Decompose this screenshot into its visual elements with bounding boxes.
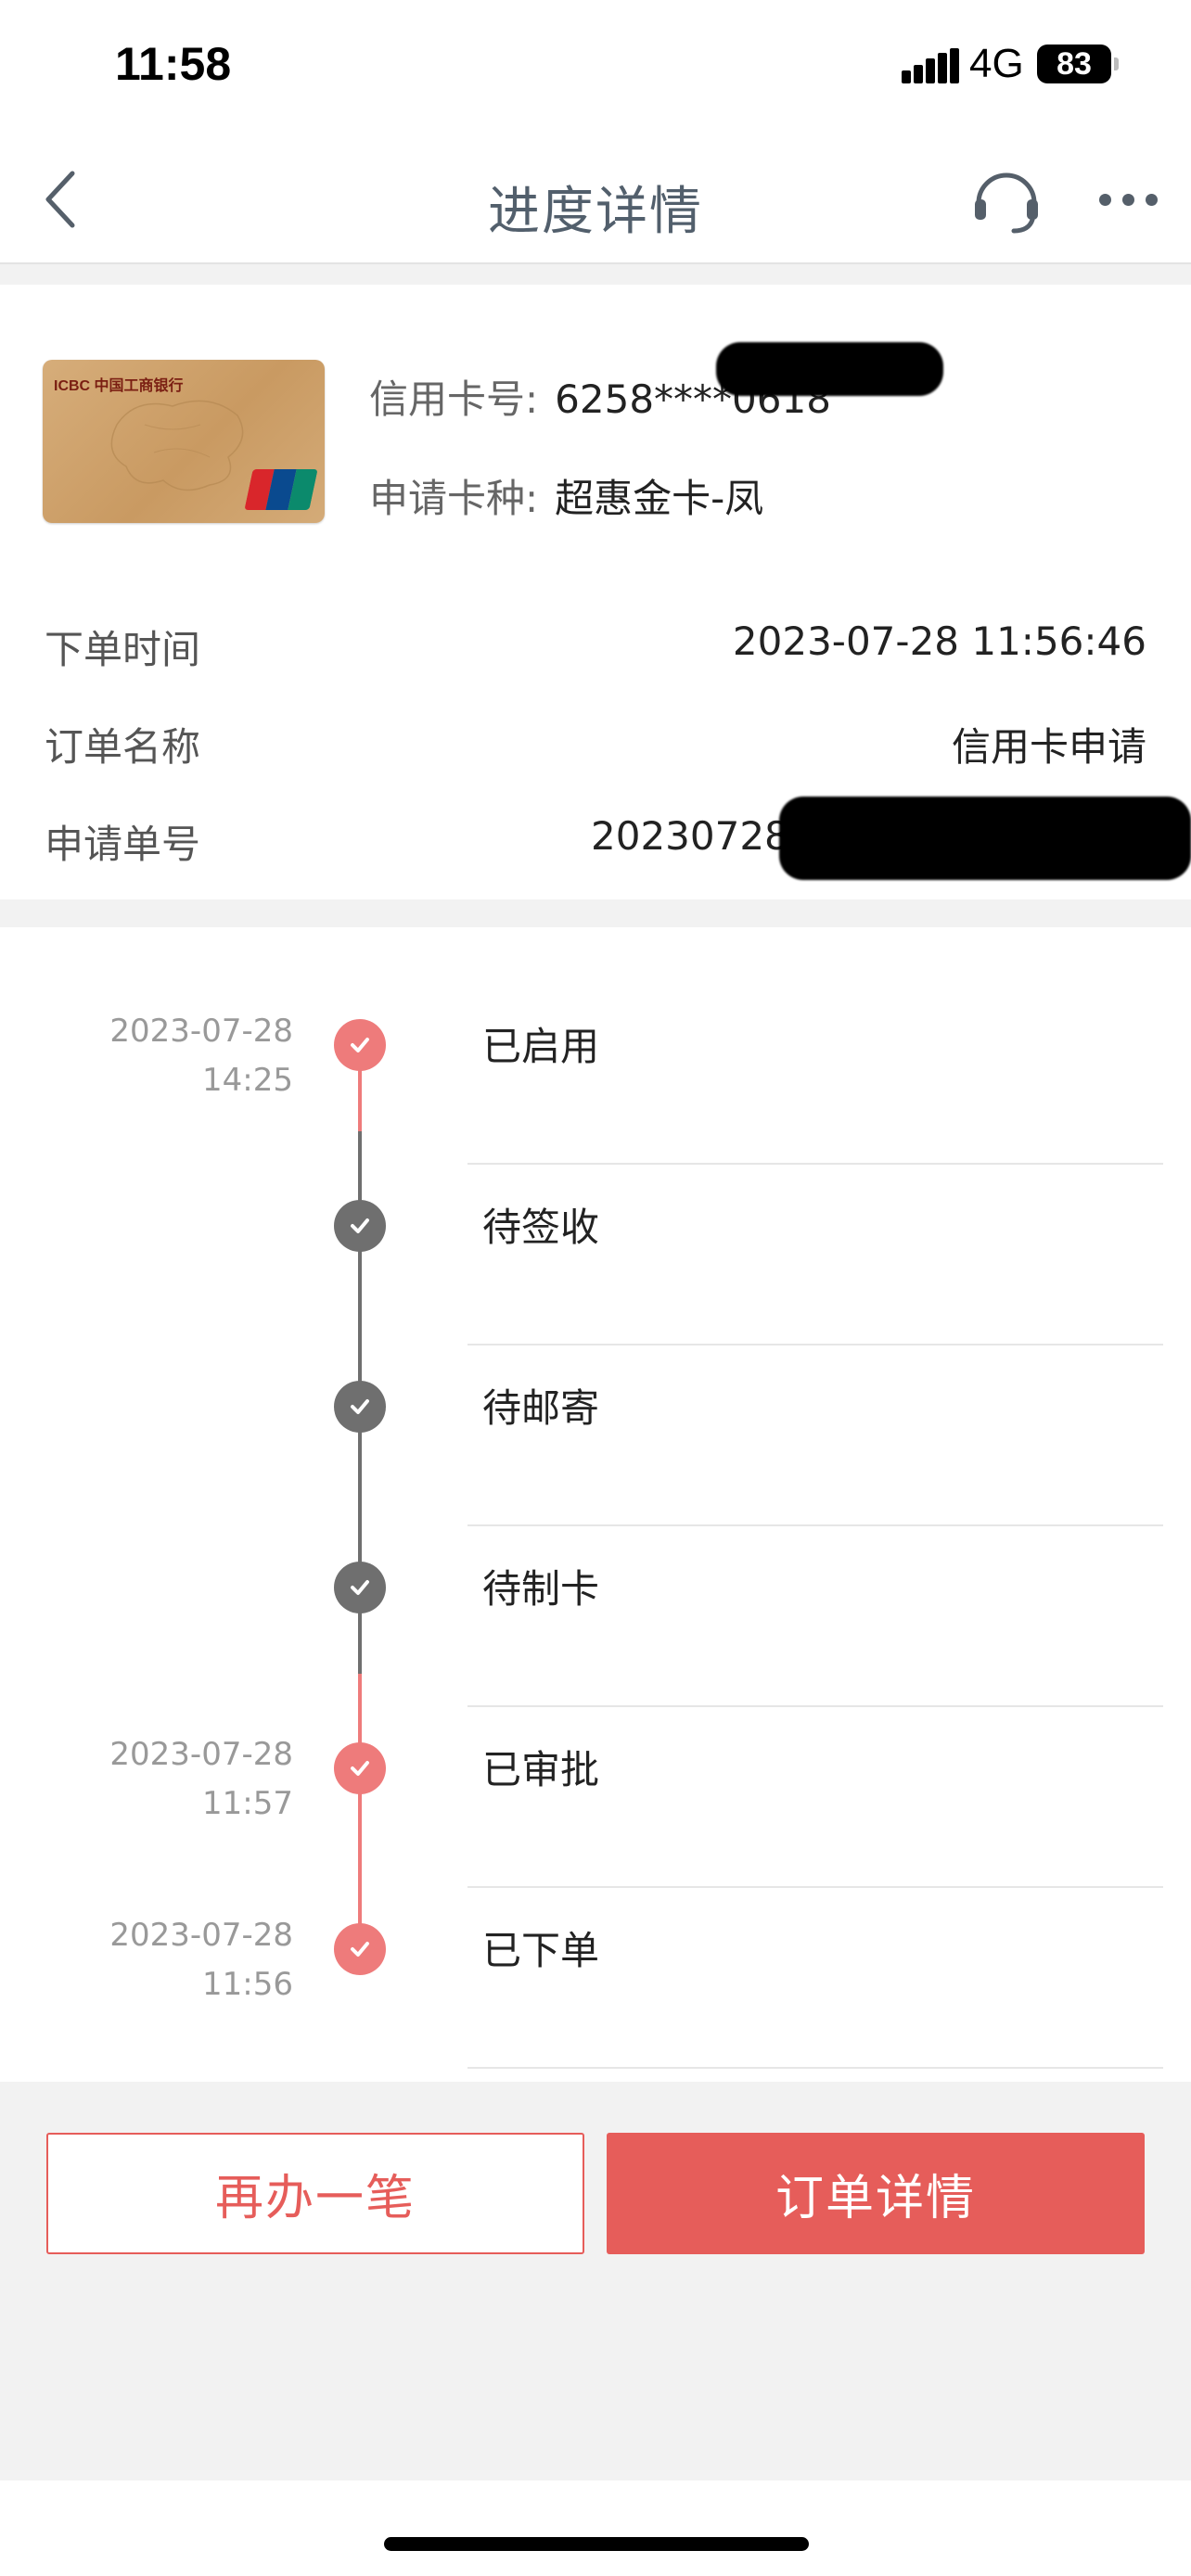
battery-icon: 83 [1037, 45, 1119, 83]
divider [467, 1344, 1163, 1345]
card-map-pattern [110, 400, 244, 491]
timeline-status: 待邮寄 [482, 1385, 600, 1431]
redaction-mark [779, 797, 1191, 880]
apply-again-button[interactable]: 再办一笔 [46, 2133, 584, 2254]
divider [467, 2067, 1163, 2069]
status-bar: 11:58 4G 83 [0, 0, 1191, 134]
divider [467, 1886, 1163, 1888]
check-circle-icon [334, 1923, 386, 1975]
timeline-date: 2023-07-28 14:25 [109, 1013, 293, 1099]
timeline-status: 已下单 [482, 1928, 600, 1973]
timeline-connector [358, 1674, 362, 1947]
divider [467, 1705, 1163, 1707]
order-time-label: 下单时间 [45, 627, 201, 672]
progress-timeline: 2023-07-28 14:25 已启用 待签收 待邮寄 待制卡 2023-07-… [0, 927, 1191, 2082]
home-indicator[interactable] [384, 2537, 809, 2551]
signal-icon [902, 48, 959, 83]
network-label: 4G [969, 41, 1024, 86]
unionpay-logo [244, 469, 318, 510]
redaction-mark [716, 342, 943, 396]
application-number-label: 申请单号 [45, 822, 201, 867]
divider [467, 1163, 1163, 1165]
order-time-value: 2023-07-28 11:56:46 [732, 618, 1146, 664]
timeline-status: 已审批 [482, 1747, 600, 1792]
check-circle-icon [334, 1381, 386, 1433]
headset-icon[interactable] [969, 162, 1044, 236]
card-number-label: 信用卡号: [369, 376, 539, 422]
more-dots-icon[interactable] [1099, 188, 1159, 210]
card-type-label: 申请卡种: [369, 476, 539, 521]
check-circle-icon [334, 1200, 386, 1252]
card-type-value: 超惠金卡-凤 [555, 476, 764, 521]
timeline-status: 已启用 [482, 1024, 600, 1069]
order-name-label: 订单名称 [45, 724, 201, 770]
check-circle-icon [334, 1742, 386, 1794]
divider [467, 1524, 1163, 1526]
timeline-date: 2023-07-28 11:57 [109, 1736, 293, 1822]
nav-bar: 进度详情 [0, 134, 1191, 264]
order-name-value: 信用卡申请 [951, 724, 1146, 770]
timeline-status: 待制卡 [482, 1566, 600, 1612]
status-time: 11:58 [115, 38, 232, 90]
check-circle-icon [334, 1562, 386, 1613]
home-bar-area [0, 2480, 1191, 2576]
timeline-date: 2023-07-28 11:56 [109, 1917, 293, 2003]
order-detail-button[interactable]: 订单详情 [607, 2133, 1145, 2254]
credit-card-image: ICBC 中国工商银行 [43, 360, 325, 523]
card-info-section: ICBC 中国工商银行 信用卡号: 6258****0618 申请卡种: 超惠金卡-… [0, 285, 1191, 899]
card-type-row: 申请卡种: 超惠金卡-凤 [369, 467, 763, 524]
timeline-status: 待签收 [482, 1205, 600, 1250]
check-circle-icon [334, 1019, 386, 1071]
